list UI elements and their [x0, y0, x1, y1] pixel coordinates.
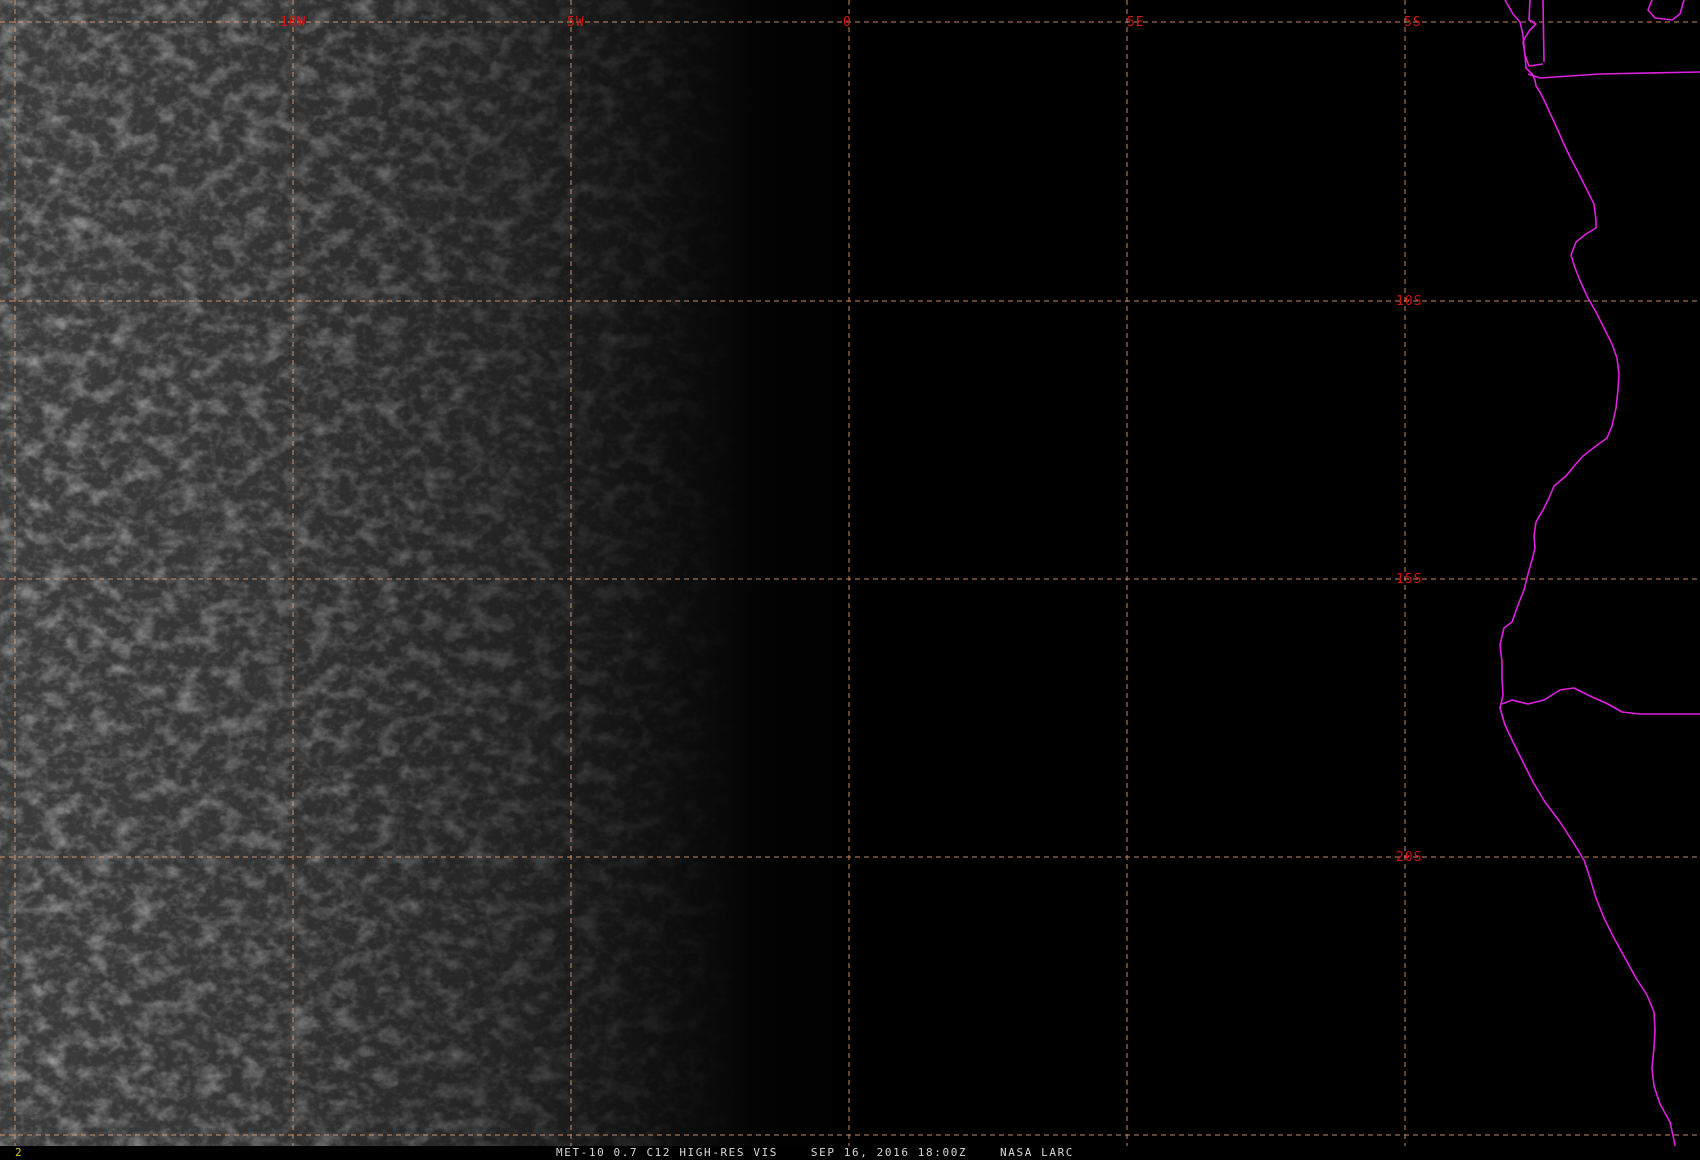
satellite-viewer[interactable]: 10W 5W 0 5E 5S 10S 15S 20S 2 MET-10 0.7 … [0, 0, 1700, 1160]
product-name: MET-10 0.7 C12 HIGH-RES VIS [556, 1146, 779, 1159]
image-caption: MET-10 0.7 C12 HIGH-RES VIS SEP 16, 2016… [556, 1146, 1074, 1160]
satellite-cloud-image [0, 0, 1700, 1148]
image-datetime: SEP 16, 2016 18:00Z [810, 1146, 968, 1159]
data-source: NASA LARC [1000, 1146, 1075, 1159]
frame-number: 2 [15, 1146, 22, 1159]
